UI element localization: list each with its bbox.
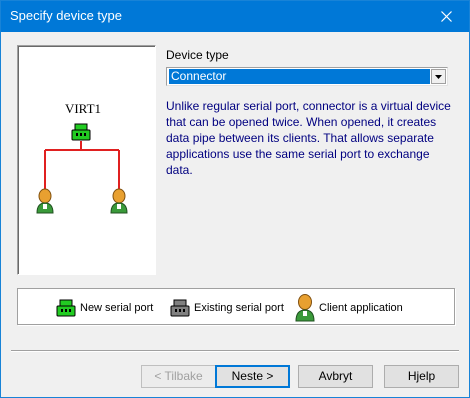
legend-client-app: Client application	[295, 291, 403, 324]
dialog-window: Specify device type VIRT1 Device type Co…	[0, 0, 470, 398]
diagram-panel: VIRT1	[17, 45, 156, 275]
new-serial-port-icon	[56, 299, 76, 316]
legend-panel: New serial port Existing serial port Cli…	[17, 288, 455, 325]
chevron-down-icon	[435, 74, 442, 79]
link-lines	[44, 141, 120, 190]
existing-serial-port-icon	[170, 299, 190, 316]
legend-existing-port: Existing serial port	[170, 291, 284, 324]
legend-client-app-label: Client application	[319, 301, 403, 314]
window-title: Specify device type	[10, 8, 123, 23]
back-button[interactable]: < Tilbake	[141, 365, 216, 388]
device-type-label: Device type	[166, 48, 229, 62]
close-icon	[440, 11, 452, 22]
close-button[interactable]	[423, 1, 469, 32]
client-application-icon	[36, 188, 54, 214]
dropdown-button[interactable]	[431, 69, 446, 84]
legend-new-port: New serial port	[56, 291, 153, 324]
dialog-client-area: VIRT1 Device type Connector Unlike regul…	[1, 32, 469, 397]
separator	[11, 350, 459, 352]
device-type-select[interactable]: Connector	[166, 67, 448, 86]
title-bar[interactable]: Specify device type	[1, 1, 469, 32]
legend-new-port-label: New serial port	[80, 301, 154, 314]
cancel-button[interactable]: Avbryt	[298, 365, 373, 388]
next-button[interactable]: Neste >	[215, 365, 290, 388]
new-serial-port-icon	[71, 123, 91, 141]
legend-existing-port-label: Existing serial port	[194, 301, 284, 314]
help-button[interactable]: Hjelp	[384, 365, 459, 388]
connection-diagram	[36, 123, 128, 214]
device-type-description: Unlike regular serial port, connector is…	[166, 99, 451, 177]
device-type-selected-value: Connector	[169, 69, 430, 84]
client-application-icon	[295, 293, 315, 321]
client-application-icon	[110, 188, 128, 214]
